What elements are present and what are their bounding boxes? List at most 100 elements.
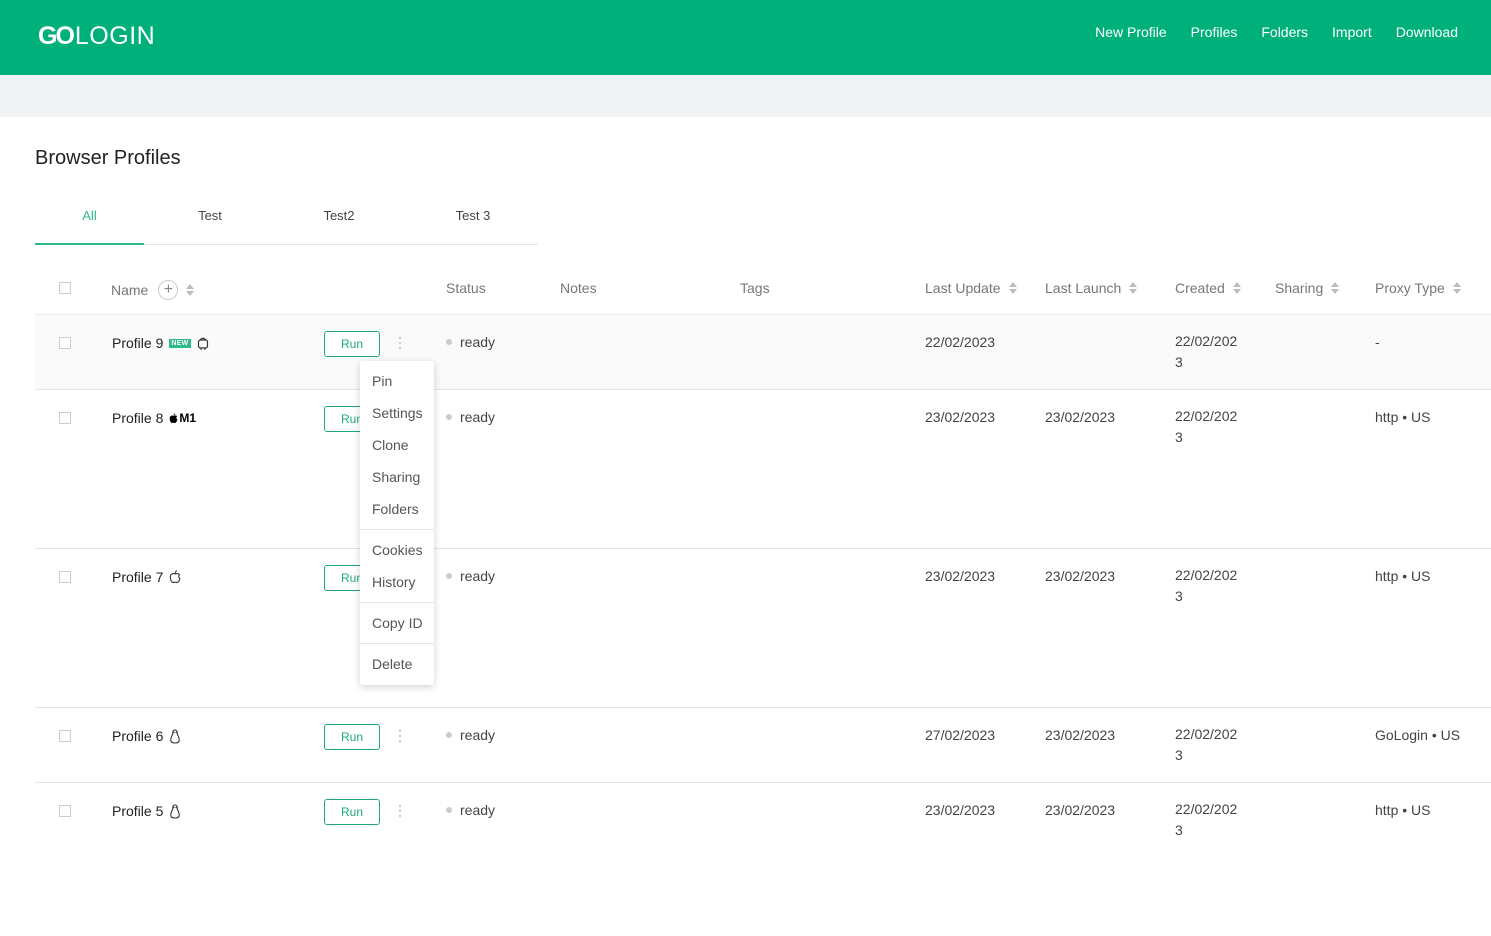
profile-name[interactable]: Profile 9 NEW xyxy=(112,335,209,351)
profile-name[interactable]: Profile 7 xyxy=(112,569,181,585)
proxy-cell: http • US xyxy=(1375,568,1431,584)
m1-text: M1 xyxy=(179,411,197,425)
column-header-last-launch[interactable]: Last Launch xyxy=(1045,280,1138,296)
last-update-cell: 27/02/2023 xyxy=(925,727,996,743)
more-options-icon[interactable] xyxy=(397,805,403,817)
status-text: ready xyxy=(460,802,496,818)
menu-item-delete[interactable]: Delete xyxy=(372,656,412,672)
menu-divider xyxy=(360,602,434,603)
sort-icon[interactable] xyxy=(186,283,195,297)
profile-name[interactable]: Profile 8 M1 xyxy=(112,410,196,426)
more-options-icon[interactable] xyxy=(397,730,403,742)
sort-icon[interactable] xyxy=(1008,281,1017,295)
row-checkbox[interactable] xyxy=(59,412,71,424)
sharing-label: Sharing xyxy=(1275,280,1324,296)
status-text: ready xyxy=(460,727,496,743)
profile-name[interactable]: Profile 5 xyxy=(112,803,181,819)
menu-item-history[interactable]: History xyxy=(372,574,416,590)
status-cell: ready xyxy=(446,409,495,425)
run-button[interactable]: Run xyxy=(324,331,380,357)
status-text: ready xyxy=(460,568,496,584)
last-launch-cell: 23/02/2023 xyxy=(1045,568,1116,584)
last-update-cell: 23/02/2023 xyxy=(925,568,996,584)
profile-name-label: Profile 8 xyxy=(112,410,164,426)
row-checkbox[interactable] xyxy=(59,805,71,817)
gologin-logo[interactable]: GO LOGIN xyxy=(38,21,155,51)
status-dot-icon xyxy=(446,339,452,345)
proxy-cell: GoLogin • US xyxy=(1375,727,1461,743)
column-header-last-update[interactable]: Last Update xyxy=(925,280,1017,296)
nav-import[interactable]: Import xyxy=(1332,24,1372,40)
tab-test2[interactable]: Test2 xyxy=(285,196,393,244)
menu-item-cookies[interactable]: Cookies xyxy=(372,542,423,558)
linux-icon xyxy=(170,803,181,819)
profile-name[interactable]: Profile 6 xyxy=(112,728,181,744)
column-header-sharing[interactable]: Sharing xyxy=(1275,280,1340,296)
last-launch-cell: 23/02/2023 xyxy=(1045,727,1116,743)
menu-divider xyxy=(360,529,434,530)
created-cell: 22/02/2023 xyxy=(1175,726,1238,763)
add-column-icon[interactable]: + xyxy=(158,280,179,300)
tab-all[interactable]: All xyxy=(35,196,144,245)
last-update-cell: 23/02/2023 xyxy=(925,409,996,425)
table-row[interactable]: Profile 6 Run ready 27/02/2023 23/02/202… xyxy=(35,708,1491,783)
android-icon xyxy=(197,337,208,350)
row-checkbox[interactable] xyxy=(59,571,71,583)
profile-name-label: Profile 6 xyxy=(112,728,164,744)
more-options-icon[interactable] xyxy=(397,337,403,349)
logo-login: LOGIN xyxy=(74,21,156,50)
column-name-label: Name xyxy=(111,282,149,298)
new-badge: NEW xyxy=(169,338,191,348)
proxy-type-label: Proxy Type xyxy=(1375,280,1445,296)
created-cell: 22/02/2023 xyxy=(1175,408,1238,445)
run-button[interactable]: Run xyxy=(324,724,380,750)
nav-profiles[interactable]: Profiles xyxy=(1191,24,1238,40)
sort-icon[interactable] xyxy=(1129,281,1138,295)
menu-item-pin[interactable]: Pin xyxy=(372,373,392,389)
sort-icon[interactable] xyxy=(1232,281,1241,295)
nav-folders[interactable]: Folders xyxy=(1261,24,1308,40)
sort-icon[interactable] xyxy=(1452,281,1461,295)
column-header-status: Status xyxy=(446,280,486,296)
row-checkbox[interactable] xyxy=(59,730,71,742)
status-cell: ready xyxy=(446,568,495,584)
folder-tabs: All Test Test2 Test 3 xyxy=(35,196,538,245)
table-row[interactable]: Profile 7 Run ready 23/02/2023 23/02/202… xyxy=(35,549,1491,708)
row-checkbox[interactable] xyxy=(59,337,71,349)
nav-new-profile[interactable]: New Profile xyxy=(1095,24,1167,40)
last-update-cell: 23/02/2023 xyxy=(925,802,996,818)
table-row[interactable]: Profile 9 NEW Run ready 22/02/2023 22/02… xyxy=(35,315,1491,390)
status-dot-icon xyxy=(446,732,452,738)
table-row[interactable]: Profile 8 M1 Run ready 23/02/2023 23/02/… xyxy=(35,390,1491,549)
sort-icon[interactable] xyxy=(1331,281,1340,295)
profile-name-label: Profile 7 xyxy=(112,569,164,585)
status-cell: ready xyxy=(446,802,495,818)
last-launch-cell: 23/02/2023 xyxy=(1045,802,1116,818)
status-text: ready xyxy=(460,334,496,350)
nav-download[interactable]: Download xyxy=(1396,24,1458,40)
select-all-checkbox[interactable] xyxy=(59,282,71,294)
status-dot-icon xyxy=(446,807,452,813)
menu-item-copy-id[interactable]: Copy ID xyxy=(372,615,423,631)
column-header-tags: Tags xyxy=(740,280,770,296)
top-bar: GO LOGIN New Profile Profiles Folders Imp… xyxy=(0,0,1491,75)
table-row[interactable]: Profile 5 Run ready 23/02/2023 23/02/202… xyxy=(35,783,1491,857)
top-nav: New Profile Profiles Folders Import Down… xyxy=(1095,24,1458,40)
gray-banner xyxy=(0,75,1491,117)
run-button[interactable]: Run xyxy=(324,799,380,825)
proxy-cell: http • US xyxy=(1375,409,1431,425)
apple-m1-badge: M1 xyxy=(169,411,196,425)
created-cell: 22/02/2023 xyxy=(1175,333,1238,370)
column-header-proxy-type[interactable]: Proxy Type xyxy=(1375,280,1461,296)
tab-test[interactable]: Test xyxy=(155,196,265,244)
created-label: Created xyxy=(1175,280,1225,296)
status-cell: ready xyxy=(446,334,495,350)
menu-item-folders[interactable]: Folders xyxy=(372,501,419,517)
column-header-created[interactable]: Created xyxy=(1175,280,1241,296)
menu-item-clone[interactable]: Clone xyxy=(372,437,409,453)
last-launch-cell: 23/02/2023 xyxy=(1045,409,1116,425)
tab-test-3[interactable]: Test 3 xyxy=(415,196,531,244)
profile-context-menu: Pin Settings Clone Sharing Folders Cooki… xyxy=(360,361,434,685)
menu-item-sharing[interactable]: Sharing xyxy=(372,469,420,485)
menu-item-settings[interactable]: Settings xyxy=(372,405,423,421)
